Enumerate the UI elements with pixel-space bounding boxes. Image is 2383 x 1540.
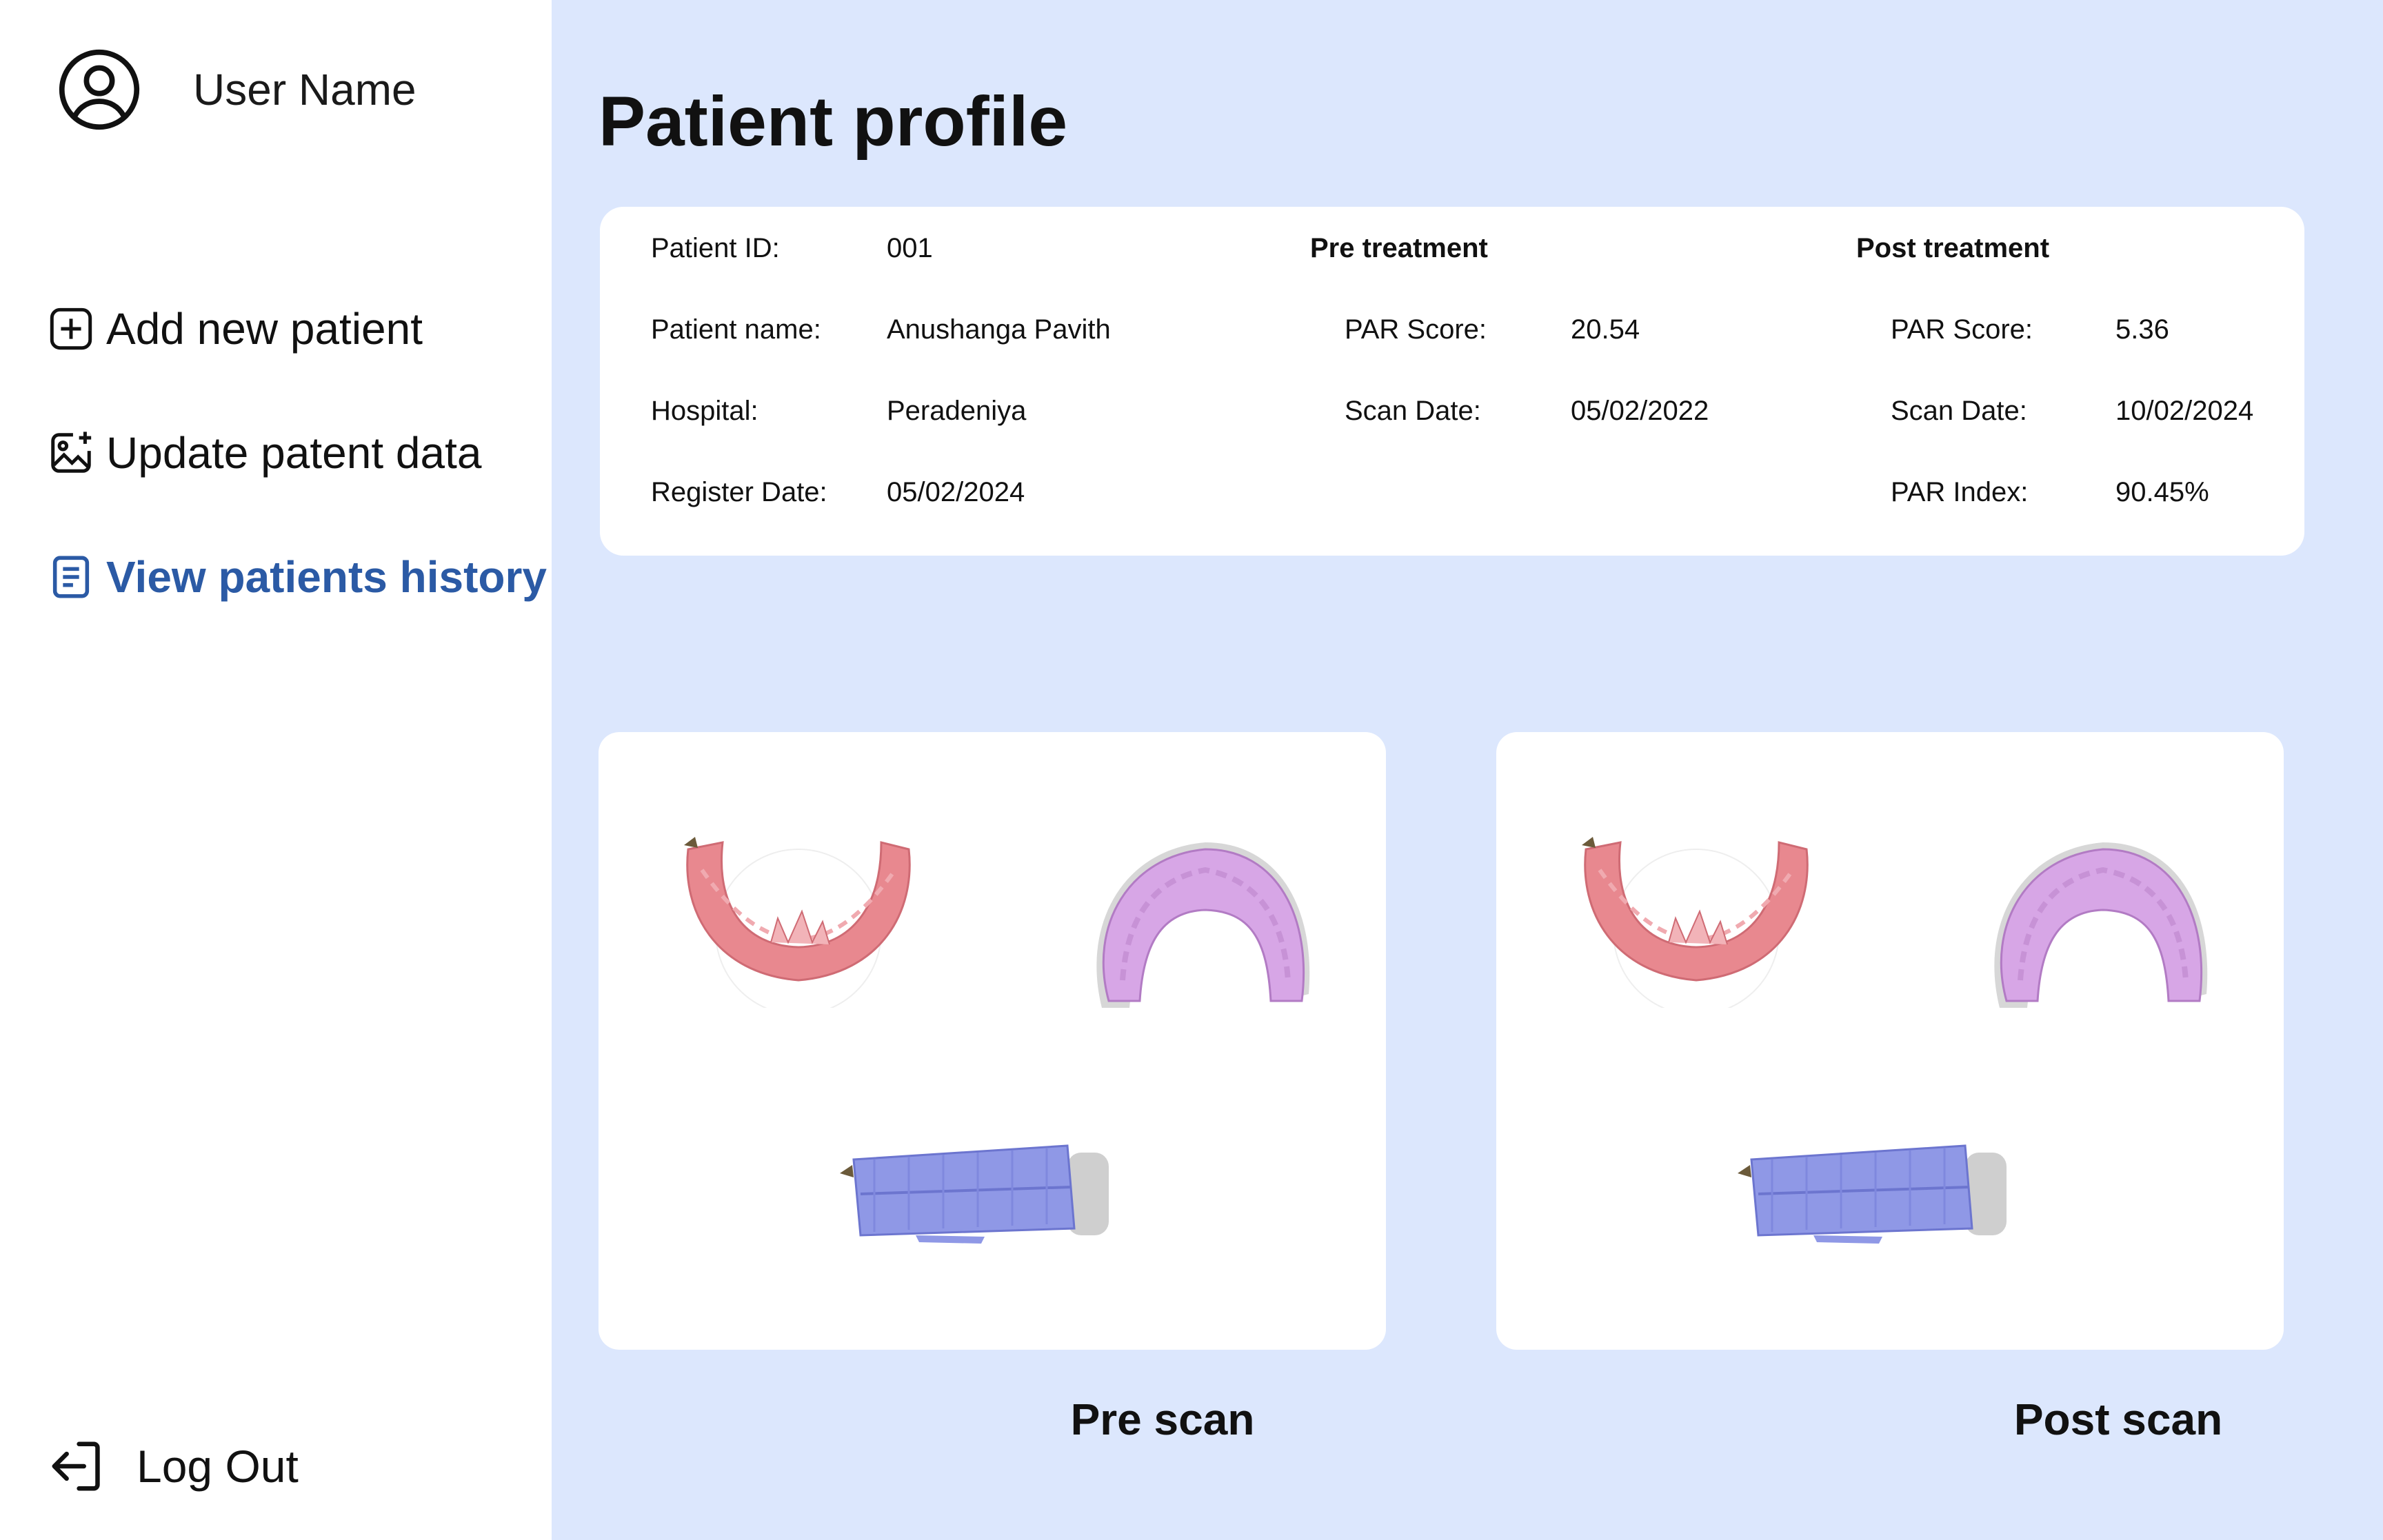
nav-view-patients-history[interactable]: View patients history — [47, 551, 547, 602]
pre-occlusion-image — [840, 1144, 1109, 1244]
par-index-label: PAR Index: — [1891, 477, 2029, 507]
sidebar: User Name Add new patient Update patent … — [0, 0, 552, 1540]
nav-add-new-patient[interactable]: Add new patient — [47, 303, 423, 354]
post-upper-arch-image — [1994, 842, 2208, 1008]
document-icon — [52, 556, 90, 598]
patient-id-value: 001 — [887, 233, 933, 263]
nav-history-label: View patients history — [106, 552, 547, 602]
post-occlusion-image — [1738, 1144, 2007, 1244]
post-par-score-label: PAR Score: — [1891, 314, 2033, 345]
user-avatar-icon — [59, 49, 140, 130]
nav-update-label: Update patent data — [106, 428, 482, 478]
pre-scan-date-label: Scan Date: — [1345, 396, 1481, 426]
register-date-value: 05/02/2024 — [887, 477, 1025, 507]
pre-par-score-label: PAR Score: — [1345, 314, 1487, 345]
patient-id-label: Patient ID: — [651, 233, 780, 263]
logout-label: Log Out — [137, 1441, 299, 1492]
hospital-label: Hospital: — [651, 396, 758, 426]
nav-add-label: Add new patient — [106, 304, 423, 354]
plus-square-icon — [50, 307, 92, 350]
post-scan-label: Post scan — [2013, 1395, 2223, 1444]
user-name: User Name — [193, 65, 416, 114]
post-scan-date-value: 10/02/2024 — [2115, 396, 2254, 426]
hospital-value: Peradeniya — [887, 396, 1027, 426]
pre-lower-arch-image — [684, 837, 911, 1008]
post-treatment-heading: Post treatment — [1856, 233, 2050, 263]
pre-scan-card[interactable] — [599, 732, 1386, 1350]
post-par-score-value: 5.36 — [2115, 314, 2169, 345]
pre-par-score-value: 20.54 — [1571, 314, 1640, 345]
nav-update-patient-data[interactable]: Update patent data — [47, 427, 481, 478]
page-title: Patient profile — [599, 82, 1068, 161]
patient-info-card: Patient ID: 001 Patient name: Anushanga … — [600, 207, 2304, 556]
logout-icon — [52, 1441, 100, 1491]
register-date-label: Register Date: — [651, 477, 827, 507]
post-scan-date-label: Scan Date: — [1891, 396, 2027, 426]
pre-treatment-heading: Pre treatment — [1310, 233, 1488, 263]
par-index-value: 90.45% — [2115, 477, 2209, 507]
image-add-icon — [51, 432, 92, 473]
pre-upper-arch-image — [1096, 842, 1310, 1008]
patient-name-label: Patient name: — [651, 314, 821, 345]
user-profile[interactable]: User Name — [57, 47, 416, 132]
pre-scan-label: Pre scan — [1070, 1395, 1255, 1444]
main-content: Patient profile Patient ID: 001 Patient … — [552, 0, 2383, 1540]
patient-name-value: Anushanga Pavith — [887, 314, 1111, 345]
pre-scan-date-value: 05/02/2022 — [1571, 396, 1709, 426]
post-lower-arch-image — [1582, 837, 1809, 1008]
post-scan-card[interactable] — [1496, 732, 2284, 1350]
logout-button[interactable]: Log Out — [47, 1437, 299, 1496]
